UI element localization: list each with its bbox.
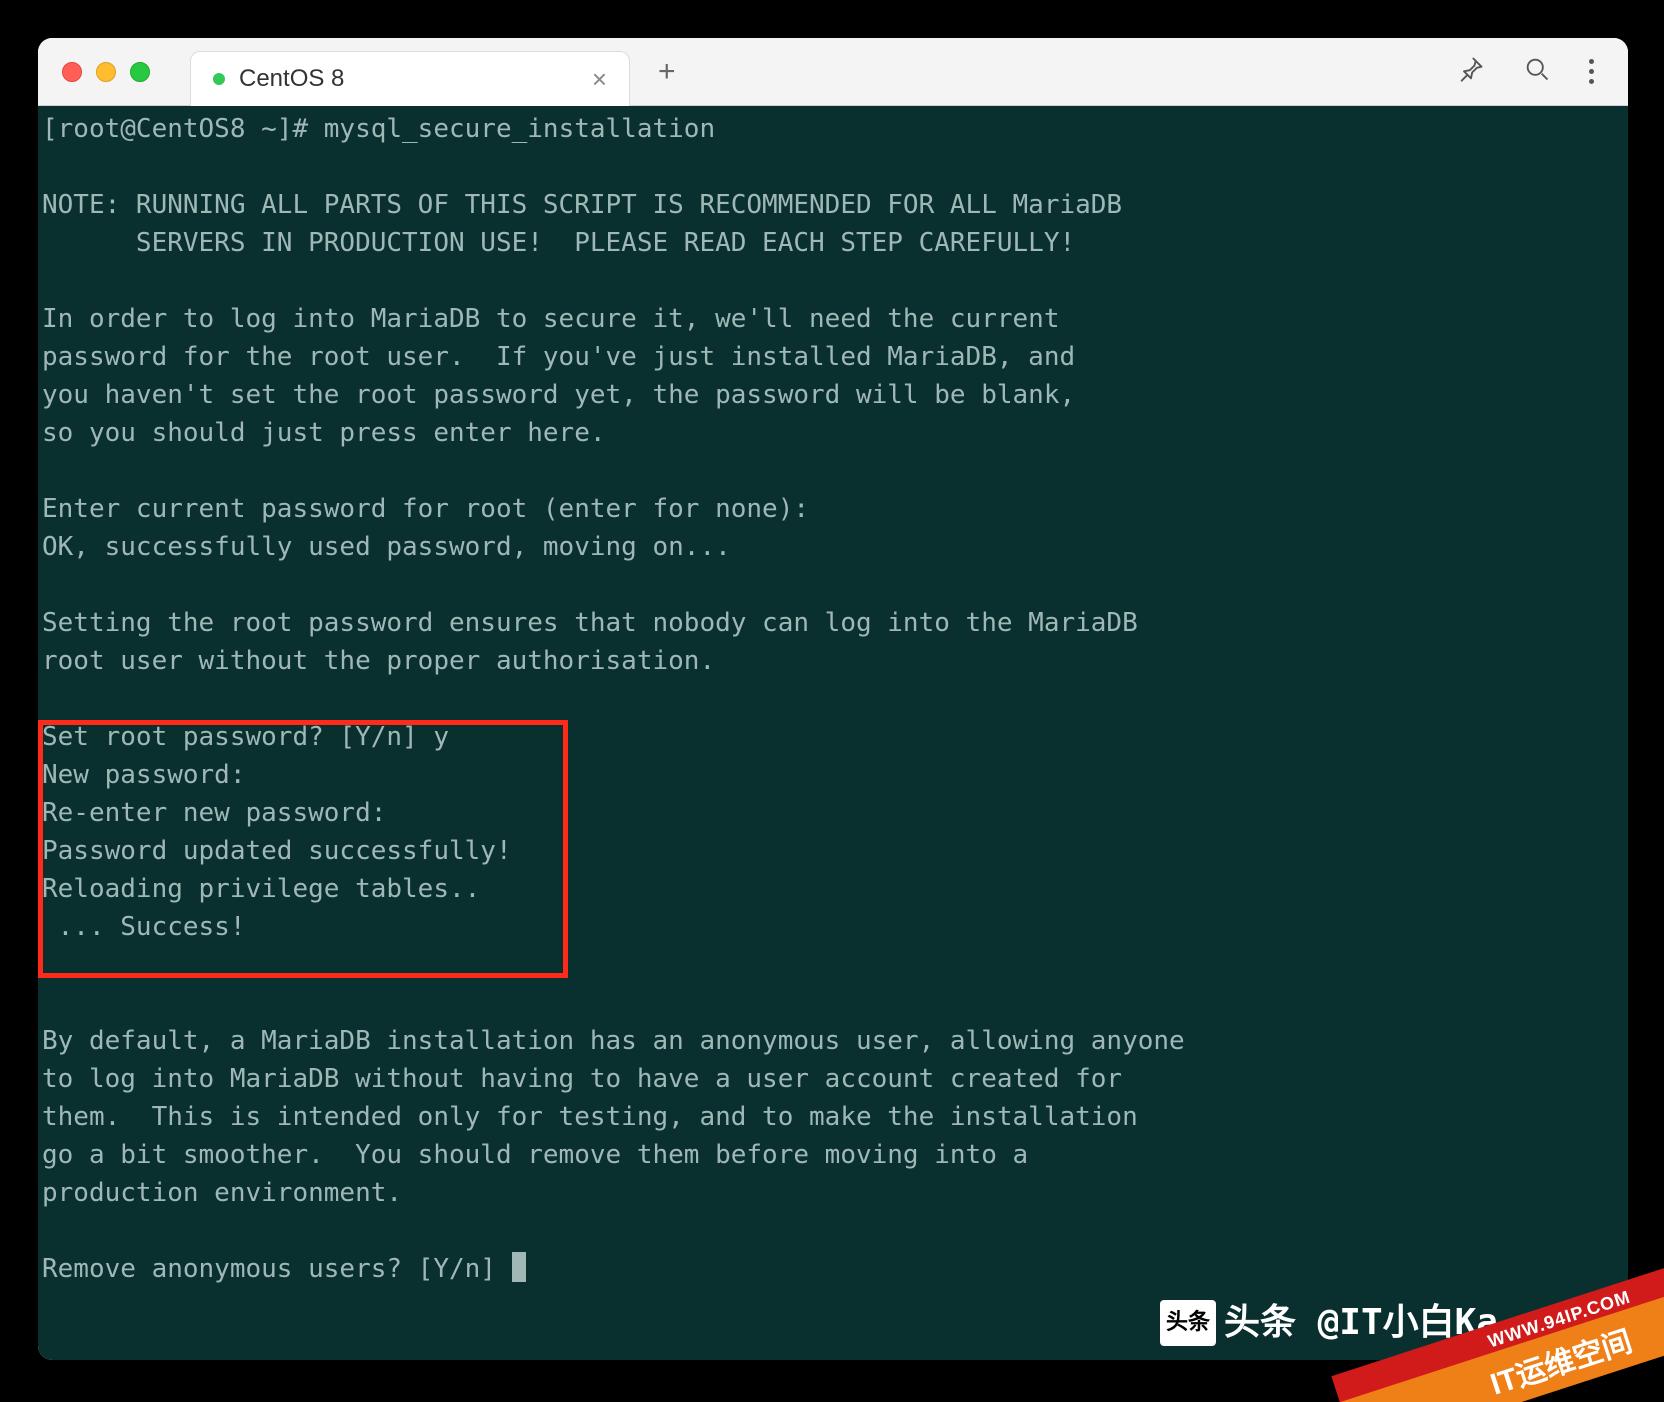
terminal-cursor-icon (512, 1252, 526, 1282)
toutiao-watermark: 头条 头条 @IT小白Ka (1160, 1300, 1498, 1346)
terminal-line: them. This is intended only for testing,… (42, 1102, 1138, 1132)
terminal-window: CentOS 8 × + [root@CentOS8 ~]# mysql_sec… (38, 38, 1628, 1360)
terminal-line: Remove anonymous users? [Y/n] (42, 1254, 512, 1284)
terminal-line: you haven't set the root password yet, t… (42, 380, 1075, 410)
command-text: mysql_secure_installation (324, 114, 715, 144)
terminal-line: NOTE: RUNNING ALL PARTS OF THIS SCRIPT I… (42, 190, 1122, 220)
terminal-line: By default, a MariaDB installation has a… (42, 1026, 1185, 1056)
prompt-text: [root@CentOS8 ~]# (42, 114, 324, 144)
toutiao-watermark-text: 头条 @IT小白Ka (1224, 1304, 1498, 1342)
terminal-line: ... Success! (42, 912, 246, 942)
terminal-line: password for the root user. If you've ju… (42, 342, 1075, 372)
terminal-line: Re-enter new password: (42, 798, 386, 828)
terminal-line: New password: (42, 760, 246, 790)
close-window-button[interactable] (62, 62, 82, 82)
terminal-line: Reloading privilege tables.. (42, 874, 480, 904)
tab-close-icon[interactable]: × (592, 64, 607, 95)
terminal-line: OK, successfully used password, moving o… (42, 532, 731, 562)
terminal-line: to log into MariaDB without having to ha… (42, 1064, 1122, 1094)
terminal-line: Password updated successfully! (42, 836, 512, 866)
terminal-line: go a bit smoother. You should remove the… (42, 1140, 1028, 1170)
terminal-line: Set root password? [Y/n] y (42, 722, 449, 752)
titlebar: CentOS 8 × + (38, 38, 1628, 106)
tab-title: CentOS 8 (239, 65, 344, 93)
toutiao-logo-icon: 头条 (1160, 1300, 1216, 1346)
minimize-window-button[interactable] (96, 62, 116, 82)
terminal-line: SERVERS IN PRODUCTION USE! PLEASE READ E… (42, 228, 1075, 258)
maximize-window-button[interactable] (130, 62, 150, 82)
terminal-line: so you should just press enter here. (42, 418, 606, 448)
terminal-line: In order to log into MariaDB to secure i… (42, 304, 1059, 334)
pin-icon[interactable] (1457, 55, 1485, 88)
terminal-line: root user without the proper authorisati… (42, 646, 715, 676)
terminal-line: Setting the root password ensures that n… (42, 608, 1138, 638)
terminal-line: Enter current password for root (enter f… (42, 494, 809, 524)
titlebar-right-icons (1457, 55, 1594, 88)
more-menu-icon[interactable] (1589, 59, 1594, 84)
traffic-lights (62, 62, 150, 82)
tab-centos8[interactable]: CentOS 8 × (190, 51, 630, 107)
new-tab-button[interactable]: + (658, 55, 676, 89)
tab-status-dot-icon (213, 73, 225, 85)
terminal-line: production environment. (42, 1178, 402, 1208)
terminal-body[interactable]: [root@CentOS8 ~]# mysql_secure_installat… (38, 106, 1628, 1360)
search-icon[interactable] (1523, 55, 1551, 88)
